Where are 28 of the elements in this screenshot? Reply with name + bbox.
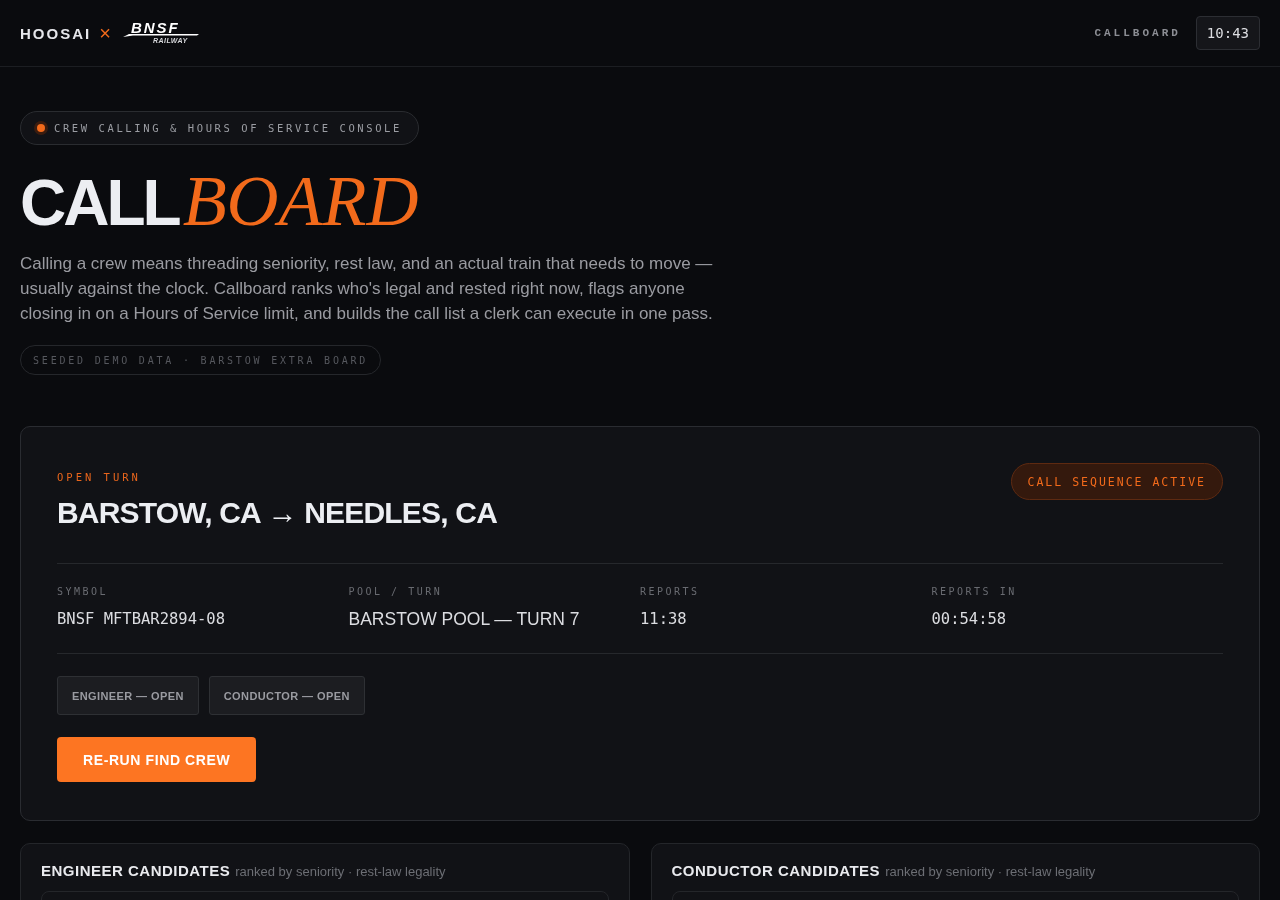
panel-subtitle: ranked by seniority · rest-law legality: [885, 864, 1096, 879]
stat-value: BNSF MFTBAR2894-08: [57, 609, 225, 630]
partner-logo-wordmark: BNSF: [130, 21, 180, 34]
panel-subtitle: ranked by seniority · rest-law legality: [235, 864, 446, 879]
clock-display: 10:43: [1195, 16, 1260, 50]
route-heading: BARSTOW, CA → NEEDLES, CA: [57, 495, 498, 531]
stat-value: 00:54:58: [931, 609, 1007, 630]
stat-value: 11:38: [640, 609, 687, 630]
stat-label: REPORTS: [640, 586, 700, 597]
stat-label: SYMBOL: [57, 586, 109, 597]
brand-separator: ×: [99, 23, 111, 43]
intro-paragraph: Calling a crew means threading seniority, rest law, and an actual train that needs to move — usually against the clock. Callboard ranks who's legal and rested right now, flags anyone closing in on a Hours of Service limit, and builds the call list a clerk can execute in one pass.: [20, 253, 714, 325]
status-dot-icon: [34, 121, 48, 135]
status-badge: CALL SEQUENCE ACTIVE: [1010, 463, 1223, 500]
console-badge-label: CREW CALLING & HOURS OF SERVICE CONSOLE: [54, 122, 402, 134]
swoosh-icon: [122, 34, 199, 37]
stat-value: BARSTOW POOL — TURN 7: [348, 608, 580, 630]
stat-label: POOL / TURN: [348, 586, 443, 597]
brand-name: HOOSAI: [20, 24, 92, 42]
app-label: CALLBOARD: [1094, 27, 1181, 39]
stat-label: REPORTS IN: [931, 586, 1017, 597]
role-chip: CONDUCTOR — OPEN: [208, 676, 365, 715]
panel-title: CONDUCTOR CANDIDATES: [671, 862, 881, 879]
panel-title: ENGINEER CANDIDATES: [41, 862, 231, 879]
role-chip: ENGINEER — OPEN: [57, 676, 199, 715]
page-title: CALLBOARD: [20, 165, 419, 237]
rerun-find-crew-button[interactable]: RE-RUN FIND CREW: [57, 737, 257, 782]
card-eyebrow: OPEN TURN: [57, 471, 142, 483]
